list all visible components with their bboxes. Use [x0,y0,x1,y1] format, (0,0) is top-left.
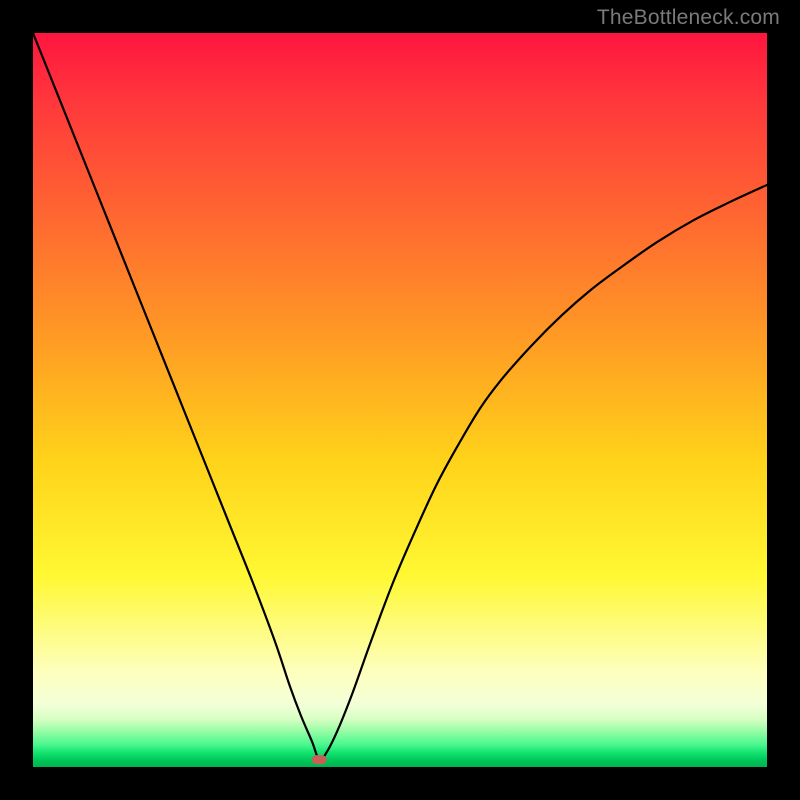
gradient-background [33,33,767,767]
watermark-text: TheBottleneck.com [597,6,780,30]
chart-frame: TheBottleneck.com [0,0,800,800]
plot-area [33,33,767,767]
